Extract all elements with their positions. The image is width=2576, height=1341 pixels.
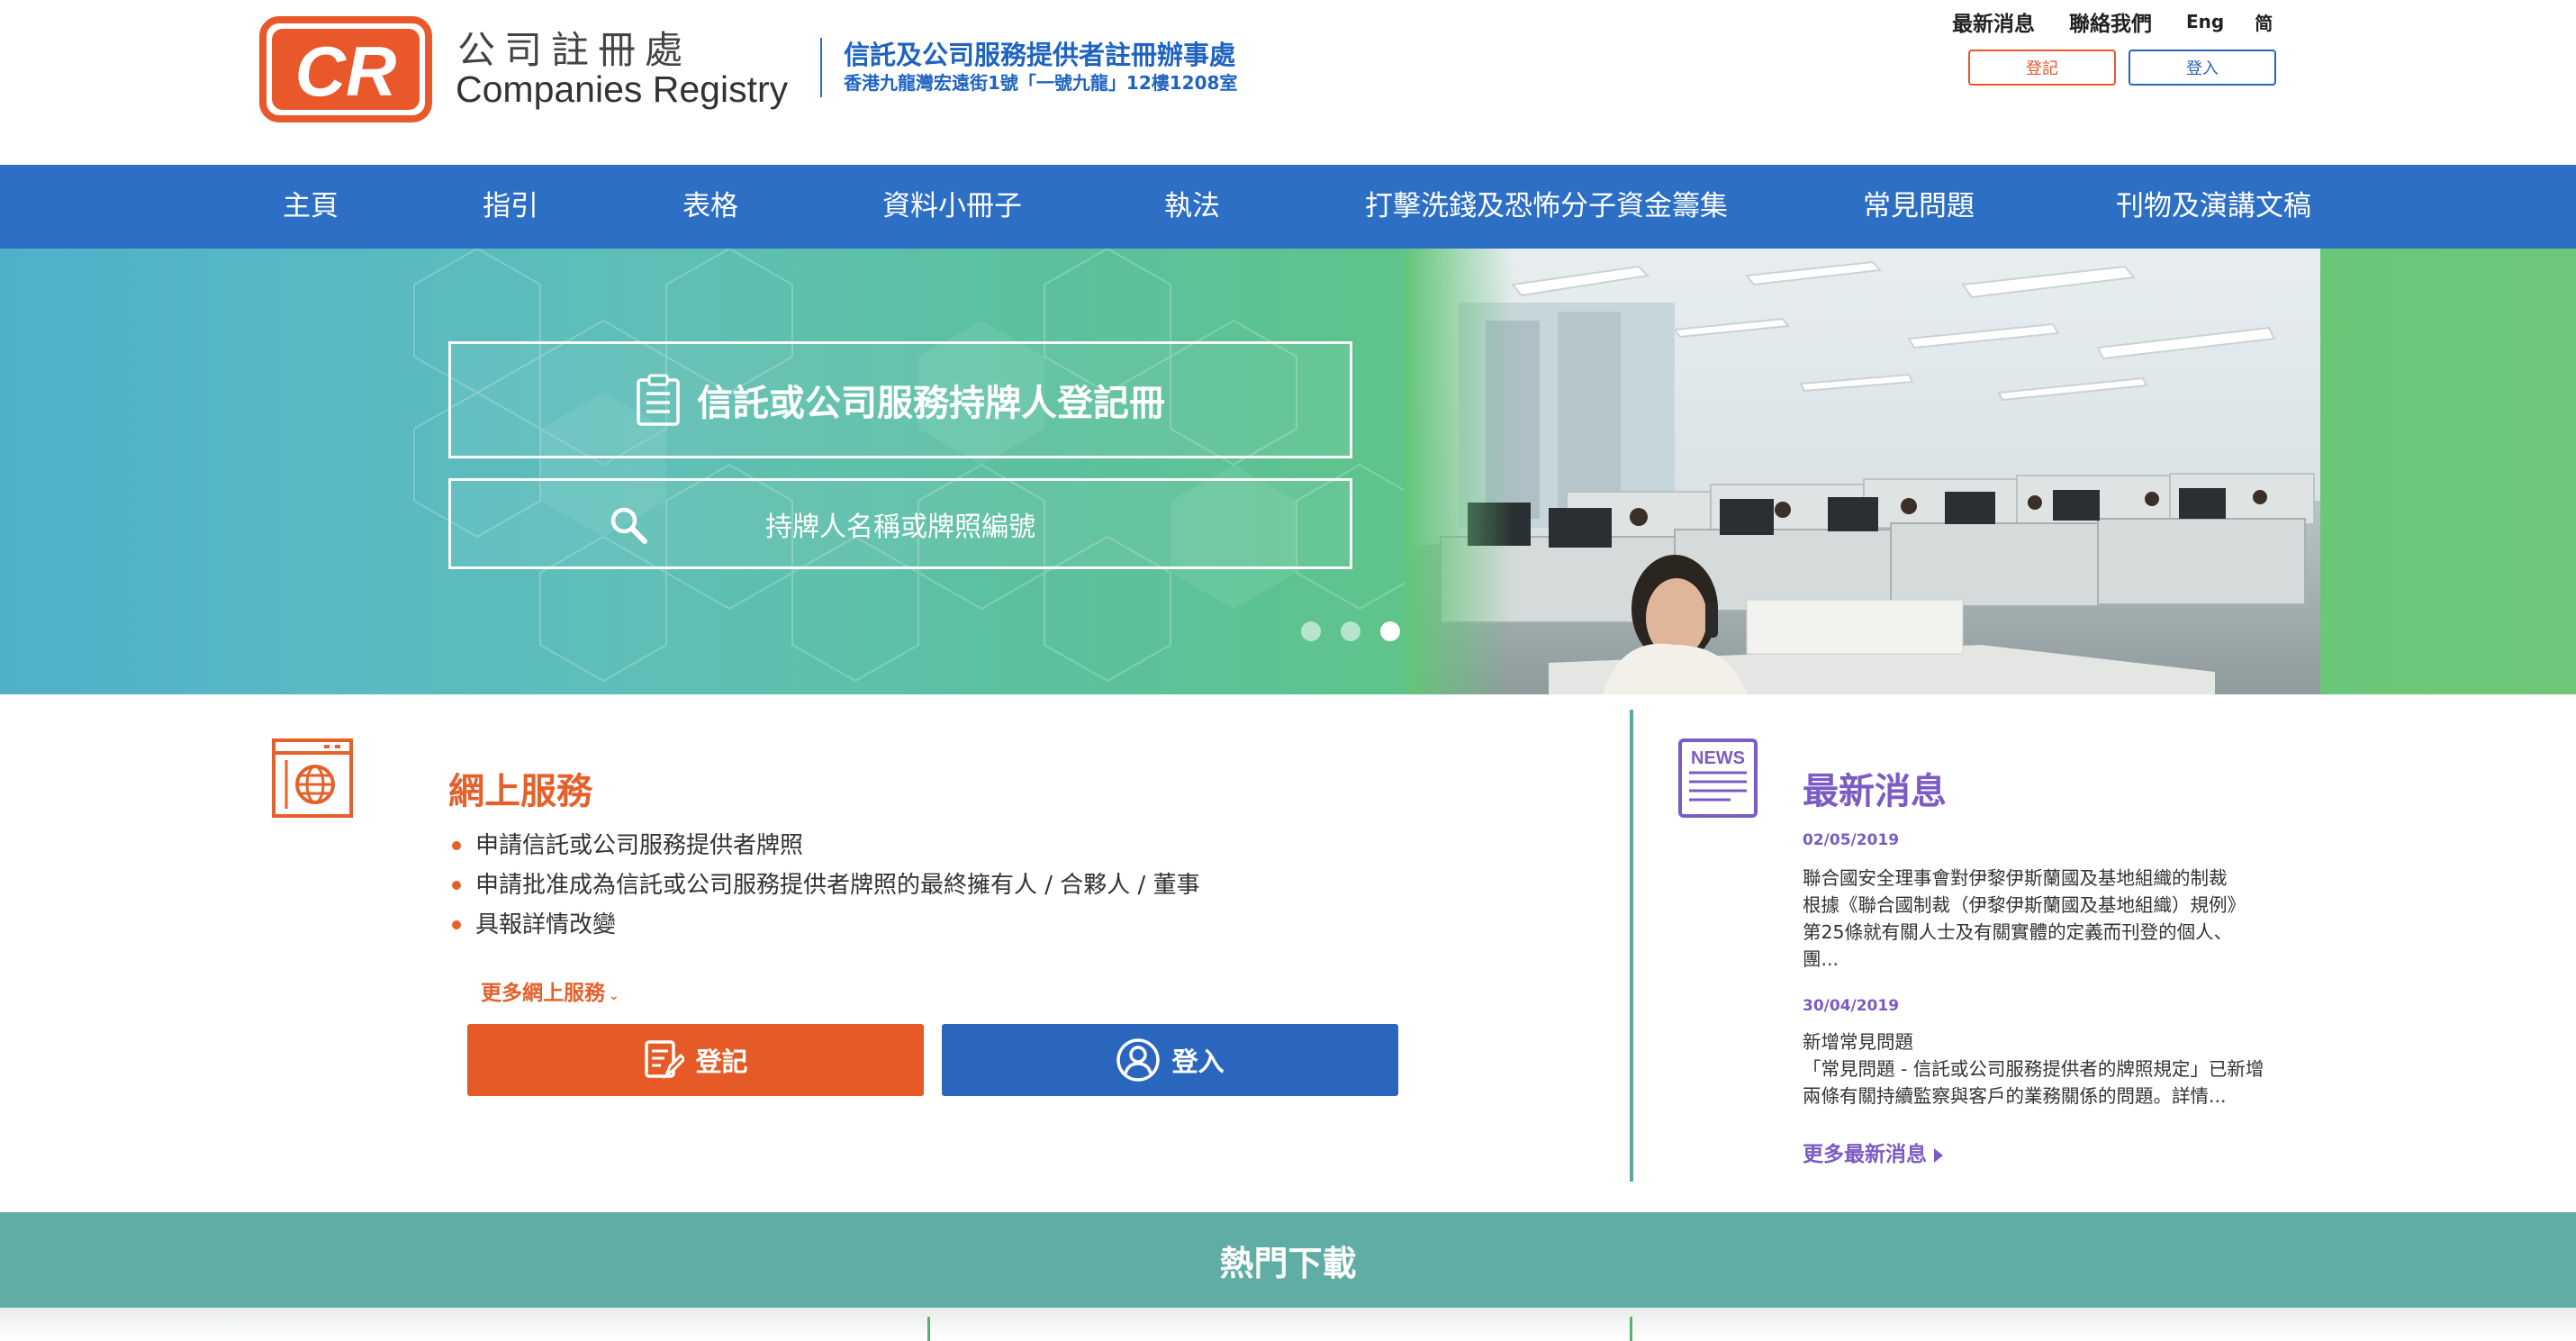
nav-item-publications[interactable]: 刊物及演講文稿 <box>2116 165 2311 249</box>
hero-banner: 信託或公司服務持牌人登記冊 持牌人名稱或牌照編號 <box>0 249 2576 694</box>
site-header: CR 公司註冊處 Companies Registry 信託及公司服務提供者註冊… <box>0 0 2576 165</box>
header-login-button[interactable]: 登入 <box>2129 50 2276 86</box>
carousel-dot-2[interactable] <box>1341 621 1360 641</box>
nav-item-home[interactable]: 主頁 <box>283 165 339 249</box>
more-online-services-label: 更多網上服務 <box>481 982 605 1005</box>
carousel-dot-1[interactable] <box>1301 621 1321 641</box>
hexagon-pattern <box>413 249 1424 683</box>
online-login-button[interactable]: 登入 <box>942 1024 1398 1096</box>
top-link-contact-us[interactable]: 聯絡我們 <box>2069 6 2152 37</box>
nav-item-aml-ctf[interactable]: 打擊洗錢及恐怖分子資金籌集 <box>1365 165 1728 249</box>
logo-english-name: Companies Registry <box>456 68 789 110</box>
online-register-label: 登記 <box>695 1047 748 1077</box>
form-edit-icon <box>645 1040 685 1080</box>
user-icon <box>1116 1038 1161 1082</box>
online-service-item[interactable]: 申請批准成為信託或公司服務提供者牌照的最終擁有人 / 合夥人 / 董事 <box>448 865 1200 905</box>
lang-english-link[interactable]: Eng <box>2186 11 2224 32</box>
top-link-latest-news[interactable]: 最新消息 <box>1952 6 2035 37</box>
online-login-label: 登入 <box>1171 1047 1225 1077</box>
online-services-icon <box>272 738 353 818</box>
hot-downloads-bar: 熱門下載 <box>0 1212 2576 1308</box>
logo-text: CR <box>295 32 397 111</box>
news-item-body[interactable]: 新增常見問題 「常見問題 - 信託或公司服務提供者的牌照規定」已新增 兩條有關持… <box>1803 1028 2289 1110</box>
top-links: 最新消息 聯絡我們 Eng 简 <box>1952 5 2303 38</box>
nav-item-forms[interactable]: 表格 <box>682 165 738 249</box>
online-register-button[interactable]: 登記 <box>467 1024 924 1096</box>
licensee-search-input[interactable]: 持牌人名稱或牌照編號 <box>448 478 1352 569</box>
office-photo <box>1405 249 2320 694</box>
chevron-down-icon: ⌄ <box>609 989 619 1003</box>
office-title: 信託及公司服務提供者註冊辦事處 <box>844 40 1236 70</box>
triangle-right-icon <box>1934 1147 1943 1163</box>
news-title: 最新消息 <box>1803 771 1947 812</box>
logo-divider <box>820 38 822 97</box>
header-register-button[interactable]: 登記 <box>1968 50 2116 86</box>
news-line: 第25條就有關人士及有關實體的定義而刊登的個人、 <box>1803 921 2233 943</box>
hot-downloads-title: 熱門下載 <box>1219 1243 1357 1283</box>
nav-item-enforcement[interactable]: 執法 <box>1164 165 1220 249</box>
main-nav: 主頁 指引 表格 資料小冊子 執法 打擊洗錢及恐怖分子資金籌集 常見問題 刊物及… <box>0 165 2576 249</box>
more-news-label: 更多最新消息 <box>1803 1143 1927 1166</box>
news-line: 「常見問題 - 信託或公司服務提供者的牌照規定」已新增 <box>1803 1058 2264 1080</box>
nav-item-faq[interactable]: 常見問題 <box>1863 165 1975 249</box>
news-icon: NEWS <box>1678 738 1758 818</box>
downloads-strip <box>0 1308 2576 1341</box>
column-divider <box>927 1317 930 1341</box>
section-divider <box>1630 710 1633 1182</box>
nav-item-guidelines[interactable]: 指引 <box>483 165 538 249</box>
news-line: 新增常見問題 <box>1803 1031 1913 1053</box>
news-item-body[interactable]: 聯合國安全理事會對伊黎伊斯蘭國及基地組織的制裁 根據《聯合國制裁（伊黎伊斯蘭國及… <box>1803 865 2289 973</box>
search-placeholder: 持牌人名稱或牌照編號 <box>765 511 1035 543</box>
news-date: 30/04/2019 <box>1803 997 1900 1015</box>
news-icon-text: NEWS <box>1691 748 1745 768</box>
online-service-item[interactable]: 申請信託或公司服務提供者牌照 <box>448 826 1200 865</box>
online-service-item[interactable]: 具報詳情改變 <box>448 905 1200 945</box>
nav-item-pamphlets[interactable]: 資料小冊子 <box>882 165 1022 249</box>
more-news-link[interactable]: 更多最新消息 <box>1803 1137 1943 1167</box>
online-services-list: 申請信託或公司服務提供者牌照 申請批准成為信託或公司服務提供者牌照的最終擁有人 … <box>448 826 1200 945</box>
carousel-dots <box>1301 621 1420 641</box>
clipboard-icon <box>637 374 680 426</box>
office-address: 香港九龍灣宏遠街1號「一號九龍」12樓1208室 <box>844 72 1238 94</box>
news-line: 聯合國安全理事會對伊黎伊斯蘭國及基地組織的制裁 <box>1803 867 2228 889</box>
logo-chinese-name: 公司註冊處 <box>457 28 692 72</box>
news-line: 根據《聯合國制裁（伊黎伊斯蘭國及基地組織）規例》 <box>1803 894 2246 916</box>
news-line: 團... <box>1803 948 1839 970</box>
lang-simplified-chinese-link[interactable]: 简 <box>2255 9 2273 35</box>
more-online-services-link[interactable]: 更多網上服務 ⌄ <box>481 975 619 1006</box>
search-icon[interactable] <box>610 506 647 544</box>
cr-logo[interactable]: CR <box>259 16 432 122</box>
news-line: 兩條有關持續監察與客戶的業務關係的問題。詳情... <box>1803 1085 2227 1107</box>
register-title: 信託或公司服務持牌人登記冊 <box>697 383 1165 424</box>
register-title-box[interactable]: 信託或公司服務持牌人登記冊 <box>448 341 1352 458</box>
news-date: 02/05/2019 <box>1803 831 1900 849</box>
column-divider <box>1630 1317 1632 1341</box>
online-services-title: 網上服務 <box>448 771 592 812</box>
carousel-dot-3[interactable] <box>1380 621 1400 641</box>
